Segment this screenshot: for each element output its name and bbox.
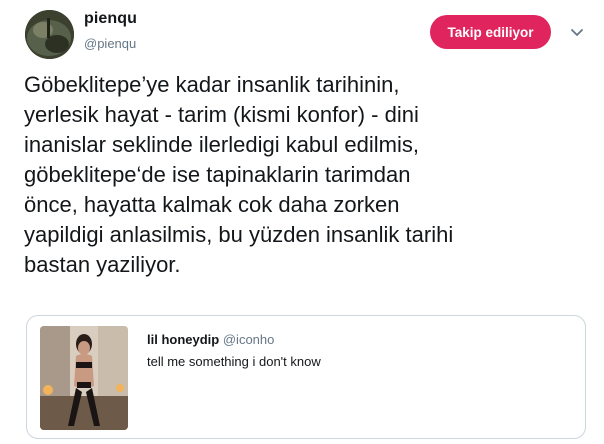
tweet-text-line: Göbeklitepe’ye kadar insanlik tarihinin, — [24, 72, 400, 97]
chevron-down-icon — [571, 29, 583, 36]
author-handle[interactable]: @pienqu — [84, 36, 136, 51]
tweet-text-line: göbeklitepe‘de ise tapinaklarin tarimdan — [24, 162, 411, 187]
quoted-tweet-author[interactable]: lil honeydip @iconho — [147, 332, 274, 347]
more-menu-button[interactable] — [568, 24, 586, 42]
quoted-tweet-text: tell me something i don't know — [147, 354, 321, 369]
quoted-tweet-image[interactable] — [40, 326, 128, 430]
quoted-tweet-card[interactable]: lil honeydip @iconho tell me something i… — [26, 315, 586, 439]
tweet-text-line: yerlesik hayat - tarim (kismi konfor) - … — [24, 102, 419, 127]
tweet-text-line: önce, hayatta kalmak cok daha zorken — [24, 192, 400, 217]
tweet-text-line: yapildigi anlasilmis, bu yüzden insanlik… — [24, 222, 454, 247]
tweet-text: Göbeklitepe’ye kadar insanlik tarihinin,… — [24, 70, 594, 280]
quoted-author-name: lil honeydip — [147, 332, 220, 347]
tweet-text-line: bastan yaziliyor. — [24, 252, 181, 277]
quoted-author-handle: @iconho — [222, 332, 275, 347]
author-avatar[interactable] — [25, 10, 74, 59]
following-button[interactable]: Takip ediliyor — [430, 15, 551, 49]
author-display-name[interactable]: pienqu — [84, 10, 137, 28]
tweet-text-line: inanislar seklinde ilerledigi kabul edil… — [24, 132, 419, 157]
